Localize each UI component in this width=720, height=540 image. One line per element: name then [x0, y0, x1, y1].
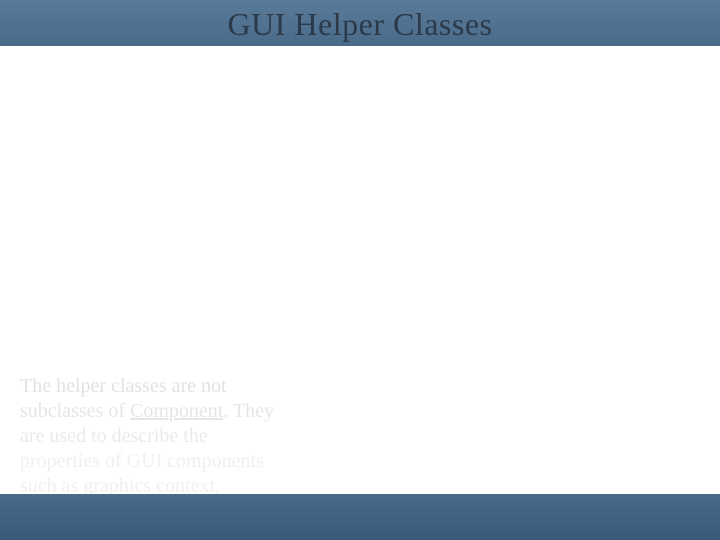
paragraph-component-word: Component — [130, 400, 223, 422]
paragraph-line-2a: subclasses of — [20, 400, 130, 422]
footer-band — [0, 494, 720, 540]
paragraph-line-4: properties of GUI components — [20, 450, 264, 472]
paragraph-line-2b: . They — [223, 400, 274, 422]
paragraph-line-1: The helper classes are not — [20, 375, 227, 397]
slide-body: The helper classes are not subclasses of… — [0, 46, 720, 494]
paragraph-line-3: are used to describe the — [20, 425, 208, 447]
slide-title: GUI Helper Classes — [0, 6, 720, 43]
